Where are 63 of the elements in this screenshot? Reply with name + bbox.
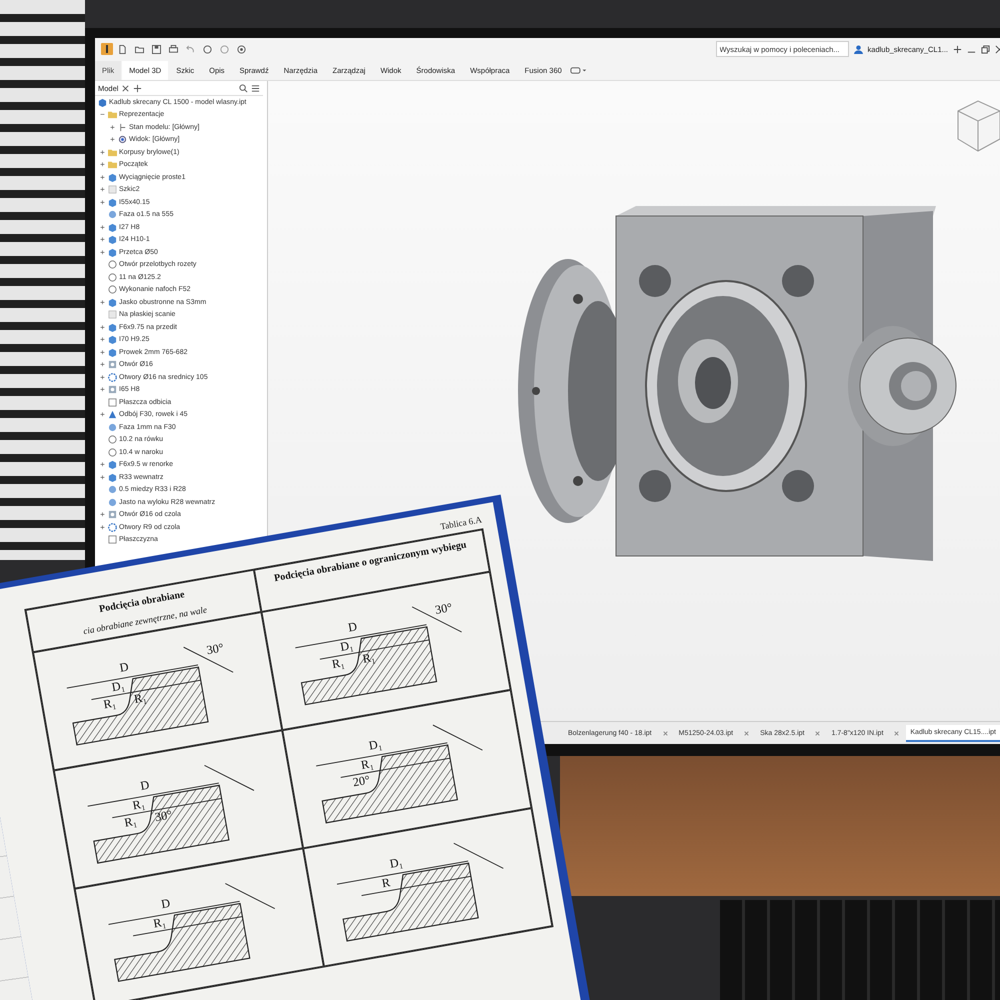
expand-toggle[interactable]: +: [99, 460, 106, 470]
close-icon[interactable]: [121, 84, 130, 92]
undo-icon[interactable]: [186, 44, 195, 54]
app-logo-icon: [101, 43, 113, 55]
dotted-circle-icon: [108, 372, 117, 382]
expand-toggle[interactable]: +: [99, 410, 106, 420]
dropdown-icon[interactable]: [570, 66, 588, 74]
dotted-circle-icon: [108, 522, 117, 532]
hole-icon: [108, 360, 117, 370]
expand-toggle[interactable]: +: [99, 322, 106, 332]
cube-icon: [108, 172, 117, 182]
table-number: Tablica 6.A: [440, 514, 483, 532]
expand-toggle[interactable]: +: [99, 335, 106, 344]
branch-icon: [118, 122, 127, 132]
expand-toggle[interactable]: +: [99, 222, 106, 232]
folder-icon[interactable]: [135, 44, 144, 54]
print-icon[interactable]: [169, 44, 178, 54]
view-cube-icon[interactable]: [958, 100, 1000, 152]
expand-toggle[interactable]: +: [99, 360, 106, 370]
circle-icon: [108, 485, 117, 494]
expand-toggle[interactable]: +: [109, 135, 116, 144]
expand-toggle[interactable]: +: [99, 372, 106, 382]
expand-toggle[interactable]: +: [99, 148, 106, 157]
expand-toggle[interactable]: +: [99, 160, 106, 170]
expand-toggle[interactable]: +: [99, 348, 106, 357]
user-icon: [854, 44, 863, 54]
triangle-icon: [108, 410, 117, 420]
folder-icon: [108, 110, 117, 120]
sketch-icon: [108, 310, 117, 320]
save-icon[interactable]: [152, 44, 161, 54]
expand-toggle[interactable]: +: [99, 510, 106, 520]
cube-icon: [108, 298, 117, 307]
add-icon[interactable]: [953, 44, 962, 54]
column-heading: Podcięcia obrabiane o ograniczonym wybiegu: [273, 539, 468, 584]
eye-icon: [118, 135, 127, 144]
expand-toggle[interactable]: −: [99, 110, 106, 120]
expand-toggle[interactable]: +: [99, 172, 106, 182]
expand-toggle[interactable]: +: [99, 235, 106, 244]
hole-icon: [108, 385, 117, 394]
sketch-icon: [108, 185, 117, 194]
menu-icon[interactable]: [251, 84, 260, 92]
expand-toggle[interactable]: +: [99, 185, 106, 194]
expand-toggle[interactable]: +: [109, 122, 116, 132]
expand-toggle[interactable]: +: [99, 298, 106, 307]
part-icon: [98, 98, 107, 107]
plane-icon: [108, 535, 117, 544]
expand-toggle[interactable]: +: [99, 198, 106, 207]
circle-icon: [108, 422, 117, 432]
search-icon[interactable]: [239, 84, 248, 92]
hole-icon: [108, 510, 117, 520]
circle-icon: [108, 210, 117, 220]
new-file-icon[interactable]: [118, 44, 127, 54]
restore-icon[interactable]: [981, 44, 990, 54]
expand-toggle[interactable]: +: [99, 385, 106, 394]
circle-icon: [108, 498, 117, 507]
circle-icon[interactable]: [237, 44, 246, 54]
add-icon[interactable]: [133, 84, 142, 92]
expand-toggle[interactable]: +: [99, 248, 106, 257]
circle-icon[interactable]: [203, 44, 212, 54]
expand-toggle[interactable]: +: [99, 472, 106, 482]
plane-icon: [108, 398, 117, 407]
cube-icon: [108, 198, 117, 207]
expand-toggle[interactable]: +: [99, 522, 106, 532]
